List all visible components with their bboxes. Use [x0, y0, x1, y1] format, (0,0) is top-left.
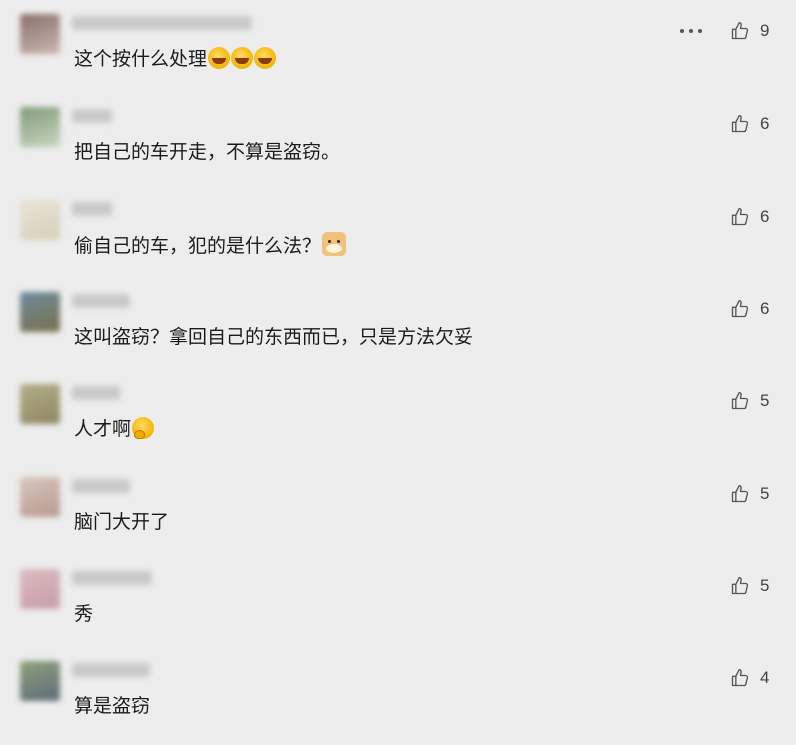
username-blurred[interactable]	[72, 109, 112, 123]
like-count: 5	[760, 391, 770, 410]
comment-text: 这个按什么处理	[74, 46, 277, 72]
avatar[interactable]	[20, 477, 60, 517]
comment-text-content: 秀	[74, 603, 94, 625]
comment-text-content: 算是盗窃	[74, 695, 151, 717]
comment-item: 这叫盗窃？拿回自己的东西而已，只是方法欠妥 6	[0, 284, 796, 376]
comment-text: 把自己的车开走，不算是盗窃。	[74, 139, 340, 165]
thumbs-up-icon	[730, 299, 750, 319]
comment-item: 人才啊 5	[0, 376, 796, 468]
avatar[interactable]	[20, 107, 60, 147]
like-button[interactable]: 6	[730, 206, 769, 228]
username-blurred[interactable]	[72, 479, 130, 493]
comment-text-content: 偷自己的车，犯的是什么法？	[74, 235, 322, 257]
username-blurred[interactable]	[72, 294, 130, 308]
laugh-emoji-icon	[254, 47, 277, 69]
comment-text: 人才啊	[74, 416, 155, 442]
like-count: 6	[760, 299, 770, 318]
username-blurred[interactable]	[72, 386, 120, 400]
username-blurred[interactable]	[72, 202, 112, 216]
comment-item: 这个按什么处理 9	[0, 6, 796, 98]
comment-text-content: 把自己的车开走，不算是盗窃。	[74, 141, 341, 163]
thumbs-up-icon	[730, 484, 750, 504]
comment-item: 算是盗窃 4	[0, 653, 796, 745]
like-button[interactable]: 6	[730, 113, 769, 135]
dog-emoji-icon	[322, 232, 347, 256]
think-emoji-icon	[132, 417, 155, 439]
like-count: 5	[760, 484, 770, 503]
thumbs-up-icon	[730, 207, 750, 227]
thumbs-up-icon	[730, 114, 750, 134]
comment-item: 秀5	[0, 561, 796, 653]
like-count: 6	[760, 114, 770, 133]
username-blurred[interactable]	[72, 16, 252, 30]
like-count: 9	[760, 21, 770, 40]
comment-text-content: 这叫盗窃？拿回自己的东西而已，只是方法欠妥	[74, 326, 474, 348]
comment-text: 秀	[74, 601, 93, 627]
like-count: 4	[760, 668, 770, 687]
username-blurred[interactable]	[72, 571, 152, 585]
laugh-emoji-icon	[208, 47, 231, 69]
comment-text-content: 脑门大开了	[74, 511, 170, 533]
avatar[interactable]	[20, 569, 60, 609]
comment-text: 这叫盗窃？拿回自己的东西而已，只是方法欠妥	[74, 324, 473, 350]
comment-text-content: 人才啊	[74, 418, 132, 440]
like-count: 6	[760, 207, 770, 226]
like-button[interactable]: 5	[730, 483, 769, 505]
avatar[interactable]	[20, 292, 60, 332]
like-button[interactable]: 6	[730, 298, 769, 320]
laugh-emoji-icon	[231, 47, 254, 69]
like-count: 5	[760, 576, 770, 595]
like-button[interactable]: 5	[730, 575, 769, 597]
comment-item: 偷自己的车，犯的是什么法？ 6	[0, 192, 796, 284]
username-blurred[interactable]	[72, 663, 150, 677]
more-options-icon[interactable]	[680, 20, 702, 42]
thumbs-up-icon	[730, 21, 750, 41]
comment-item: 把自己的车开走，不算是盗窃。 6	[0, 99, 796, 191]
like-button[interactable]: 4	[730, 667, 769, 689]
thumbs-up-icon	[730, 576, 750, 596]
thumbs-up-icon	[730, 391, 750, 411]
like-button[interactable]: 9	[730, 20, 769, 42]
avatar[interactable]	[20, 14, 60, 54]
like-button[interactable]: 5	[730, 390, 769, 412]
avatar[interactable]	[20, 661, 60, 701]
avatar[interactable]	[20, 200, 60, 240]
comment-text-content: 这个按什么处理	[74, 48, 208, 70]
avatar[interactable]	[20, 384, 60, 424]
comment-text: 脑门大开了	[74, 509, 169, 535]
thumbs-up-icon	[730, 668, 750, 688]
comment-item: 脑门大开了 5	[0, 469, 796, 561]
comment-text: 偷自己的车，犯的是什么法？	[74, 232, 347, 259]
comment-text: 算是盗窃	[74, 693, 150, 719]
